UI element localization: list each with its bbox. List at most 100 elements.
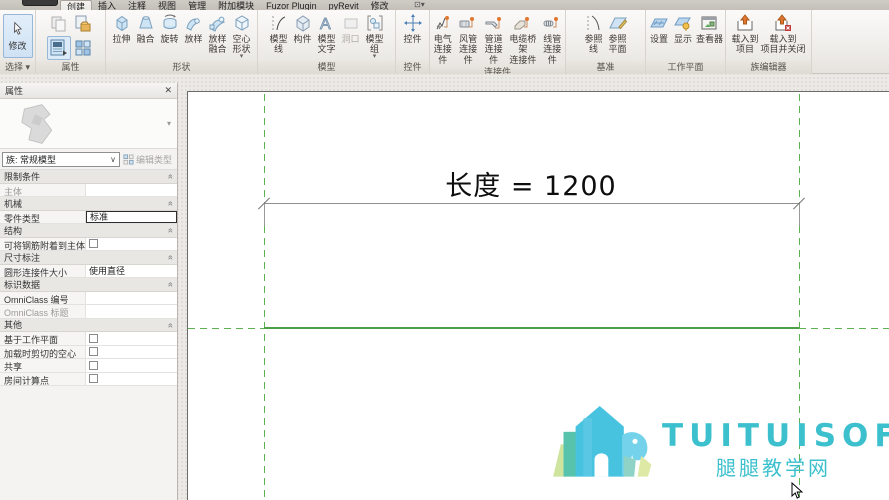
round-connector-size-row-label: 圆形连接件大小 — [0, 264, 86, 277]
omniclass-title-row-value[interactable] — [86, 305, 177, 318]
model-text-button[interactable]: A 模型 文字 — [315, 12, 339, 56]
revolve-button[interactable]: 旋转 — [158, 12, 182, 45]
drawing-area[interactable]: 长度 = 1200 TUITUISOFT 腿腿教学网 — [187, 91, 889, 500]
cable-tray-connector-button[interactable]: 电缆桥架 连接件 — [506, 12, 539, 66]
dimensions-section-header[interactable]: 尺寸标注 « — [0, 251, 177, 265]
reference-plane-vertical-left[interactable] — [264, 94, 265, 500]
preview-dropdown-icon[interactable]: ▾ — [167, 119, 171, 128]
model-group-button[interactable]: 模型 组 ▾ — [363, 12, 387, 60]
close-icon[interactable]: ✕ — [164, 85, 172, 96]
reference-plane-button[interactable]: 参照 平面 — [606, 12, 630, 56]
chevron-down-icon: ▾ — [372, 52, 377, 60]
family-preview-image — [21, 104, 53, 144]
reference-plane-horizontal-left-segment[interactable] — [188, 328, 264, 329]
sweep-button-label: 放样 — [184, 34, 203, 44]
cut-with-voids-row-checkbox[interactable] — [89, 347, 98, 357]
rebar-host-row-label: 可将钢筋附着到主体 — [0, 237, 86, 250]
tab-create[interactable]: 创建 — [60, 0, 93, 10]
round-connector-size-row-value[interactable]: 使用直径 — [86, 265, 177, 278]
sweep-blend-button[interactable]: 放样 融合 — [206, 12, 230, 56]
family-types-icon[interactable] — [71, 12, 95, 36]
component-button[interactable]: 构件 — [291, 12, 315, 45]
omniclass-number-row-value[interactable] — [86, 292, 177, 305]
part-type-row-label: 零件类型 — [0, 210, 86, 223]
host-row-label: 主体 — [0, 183, 86, 196]
control-button[interactable]: 控件 — [401, 12, 425, 45]
other-section-header[interactable]: 其他 « — [0, 318, 177, 332]
reference-plane-button-label: 参照 平面 — [608, 34, 627, 55]
electrical-connector-button[interactable]: 电气 连接件 — [430, 12, 455, 66]
tab-fuzor-plugin[interactable]: Fuzor Plugin — [260, 0, 323, 10]
sweep-button[interactable]: 放样 — [182, 12, 206, 45]
datum-group-label: 基准 — [566, 61, 645, 74]
properties-palette-icon[interactable] — [46, 36, 71, 60]
datum-group: 参照 线参照 平面基准 — [566, 10, 646, 74]
reference-line[interactable] — [264, 327, 799, 329]
duct-connector-button[interactable]: 风管 连接件 — [455, 12, 480, 66]
connectors-group: 电气 连接件 风管 连接件 管道 连接件 电缆桥架 连接件 线管 连接件 连接件 — [430, 10, 566, 74]
pipe-connector-button[interactable]: 管道 连接件 — [481, 12, 506, 66]
type-selector[interactable]: 族: 常规模型 ∨ — [2, 151, 120, 167]
model-line-button[interactable]: 模型 线 — [267, 12, 291, 56]
void-forms-button-label: 空心 形状 — [232, 34, 251, 55]
collapse-icon[interactable]: « — [166, 282, 176, 286]
tab-manage[interactable]: 管理 — [182, 0, 212, 10]
show-workplane-icon — [673, 13, 693, 33]
collapse-icon[interactable]: « — [166, 323, 176, 327]
load-into-project-and-close-button[interactable]: 载入到 项目并关闭 — [760, 12, 807, 56]
extrude-button[interactable]: 拉伸 — [110, 12, 134, 45]
tab-annotate[interactable]: 注释 — [122, 0, 152, 10]
work-plane-based-row-value[interactable] — [86, 332, 177, 345]
select-group-label[interactable]: 选择 ▾ — [0, 61, 35, 74]
cable-tray-connector-icon — [513, 13, 533, 33]
room-calculation-point-row-value[interactable] — [86, 373, 177, 386]
work-plane-based-row-checkbox[interactable] — [89, 333, 98, 343]
ribbon-options-icon[interactable]: ⊡▾ — [414, 0, 425, 9]
connectors-group-label: 连接件 — [430, 66, 565, 74]
control-button-label: 控件 — [403, 34, 422, 44]
load-into-project-icon — [735, 13, 755, 33]
reference-line-button[interactable]: 参照 线 — [582, 12, 606, 56]
tab-addins[interactable]: 附加模块 — [212, 0, 260, 10]
family-category-icon[interactable] — [47, 12, 71, 36]
collapse-icon[interactable]: « — [166, 174, 176, 178]
omniclass-title-row: OmniClass 标题 — [0, 305, 177, 319]
tab-view[interactable]: 视图 — [152, 0, 182, 10]
tab-insert[interactable]: 插入 — [92, 0, 122, 10]
collapse-icon[interactable]: « — [166, 255, 176, 259]
structure-section-header[interactable]: 结构 « — [0, 224, 177, 238]
mechanical-section-header[interactable]: 机械 « — [0, 197, 177, 211]
work-plane-group-label: 工作平面 — [646, 61, 725, 74]
collapse-icon[interactable]: « — [166, 228, 176, 232]
constraints-section-header[interactable]: 限制条件 « — [0, 170, 177, 184]
load-into-project-close-icon — [773, 13, 793, 33]
shared-row-value[interactable] — [86, 359, 177, 372]
tab-modify[interactable]: 修改 — [365, 0, 395, 10]
dimension-label[interactable]: 长度 = 1200 — [391, 164, 671, 203]
host-row-value[interactable] — [86, 184, 177, 197]
tab-pyrevit[interactable]: pyRevit — [323, 0, 365, 10]
rebar-host-row-value[interactable] — [86, 238, 177, 251]
duct-connector-button-label: 风管 连接件 — [459, 34, 478, 65]
load-into-project-button[interactable]: 载入到 项目 — [730, 12, 759, 56]
collapse-icon[interactable]: « — [166, 201, 176, 205]
shared-row-checkbox[interactable] — [89, 360, 98, 370]
void-form-icon — [232, 13, 252, 33]
family-parameters-icon[interactable] — [71, 36, 95, 60]
blend-button[interactable]: 融合 — [134, 12, 158, 45]
application-button[interactable] — [22, 0, 58, 6]
show-workplane-button[interactable]: 显示 — [671, 12, 695, 45]
identity-data-section-header[interactable]: 标识数据 « — [0, 278, 177, 292]
conduit-connector-button[interactable]: 线管 连接件 — [540, 12, 565, 66]
cut-with-voids-row-value[interactable] — [86, 346, 177, 359]
viewer-button[interactable]: 查看器 — [695, 12, 724, 45]
dimension-line[interactable] — [264, 203, 799, 204]
rebar-host-row-checkbox[interactable] — [89, 239, 98, 249]
set-workplane-button[interactable]: 设置 — [647, 12, 671, 45]
part-type-row-value[interactable]: 标准 — [86, 210, 177, 223]
void-forms-button[interactable]: 空心 形状 ▾ — [230, 12, 254, 60]
reference-plane-horizontal-right-segment[interactable] — [799, 328, 889, 329]
modify-button[interactable]: 修改 — [2, 14, 33, 58]
edit-type-button[interactable]: 编辑类型 — [123, 153, 172, 166]
room-calculation-point-row-checkbox[interactable] — [89, 374, 98, 384]
